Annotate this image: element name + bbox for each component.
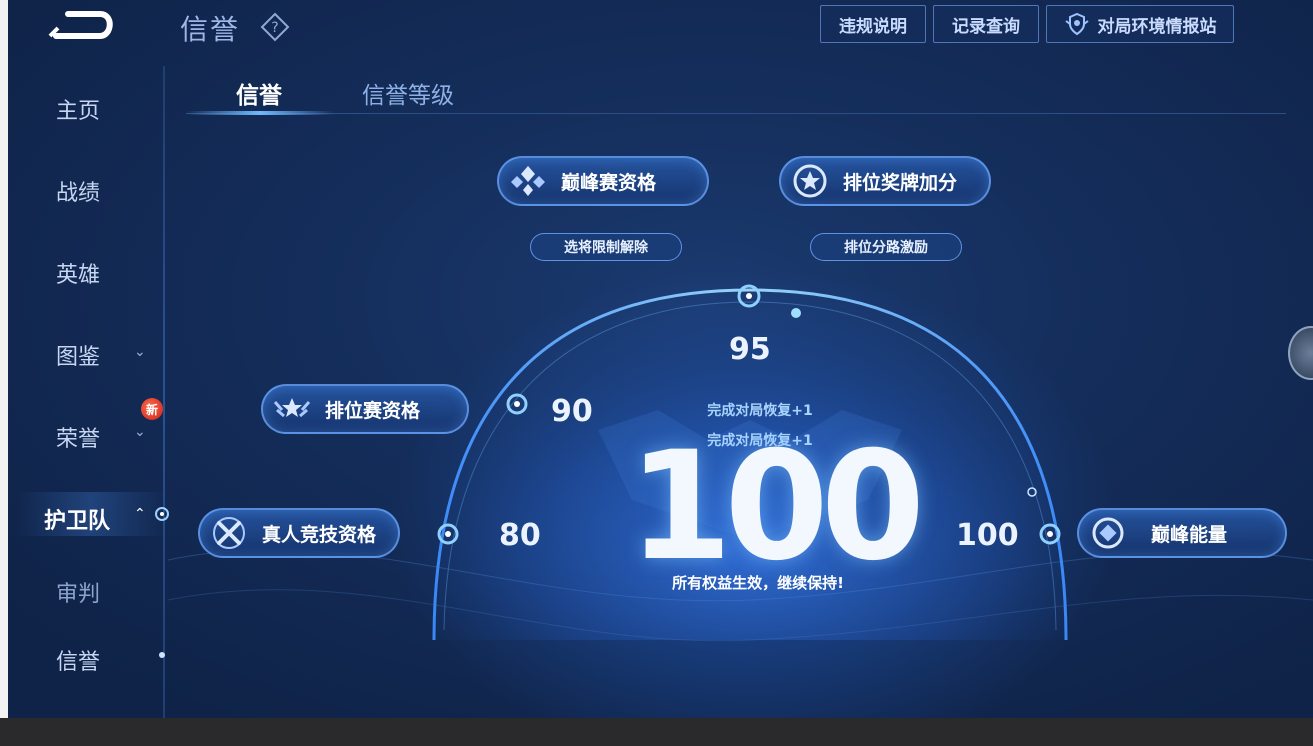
- match-environment-label: 对局环境情报站: [1097, 16, 1217, 37]
- perk-peak-match-detail: 选将限制解除: [530, 233, 682, 261]
- tick-80: 80: [499, 518, 541, 553]
- sidebar-item-heroes[interactable]: 英雄: [56, 257, 100, 289]
- perk-ranked-label: 排位赛资格: [325, 399, 421, 422]
- perk-peak-energy[interactable]: 巅峰能量: [1077, 508, 1287, 558]
- record-query-label: 记录查询: [952, 16, 1020, 37]
- tick-100: 100: [956, 518, 1019, 553]
- perk-real-player[interactable]: 真人竞技资格: [198, 508, 400, 558]
- star-medal-icon: [793, 164, 827, 198]
- tick-95: 95: [729, 332, 771, 367]
- tab-credit[interactable]: 信誉: [236, 76, 282, 110]
- violation-rules-label: 违规说明: [839, 16, 907, 37]
- perk-peak-match-label: 巅峰赛资格: [561, 171, 657, 194]
- perk-peak-match[interactable]: 巅峰赛资格: [497, 156, 709, 206]
- credit-score: 100: [628, 420, 925, 594]
- help-icon[interactable]: ?: [260, 12, 290, 42]
- active-tab-indicator: [186, 111, 334, 115]
- record-query-button[interactable]: 记录查询: [933, 5, 1039, 43]
- winged-star-icon: [273, 398, 311, 418]
- violation-rules-button[interactable]: 违规说明: [820, 5, 926, 43]
- sidebar-item-judge[interactable]: 审判: [56, 576, 100, 608]
- sidebar-item-guard-team[interactable]: 护卫队: [44, 503, 110, 535]
- sidebar-item-home[interactable]: 主页: [56, 93, 100, 125]
- sidebar-item-collection[interactable]: 图鉴: [56, 339, 100, 371]
- perk-peak-energy-label: 巅峰能量: [1151, 523, 1228, 546]
- svg-text:?: ?: [271, 20, 278, 36]
- perk-ranked[interactable]: 排位赛资格: [261, 384, 469, 434]
- recover-hint-1: 完成对局恢复+1: [707, 403, 813, 419]
- credit-screen: 信誉 ? 违规说明 记录查询 对局环境情报站 主页 战绩 英雄 图鉴 ⌄ 荣誉 …: [8, 0, 1313, 718]
- sidebar-item-credit[interactable]: 信誉: [56, 644, 100, 676]
- perk-rank-medal[interactable]: 排位奖牌加分: [779, 156, 991, 206]
- energy-orb-icon: [1092, 517, 1124, 549]
- tick-90: 90: [551, 394, 593, 429]
- peak-crest-icon: [511, 166, 545, 196]
- perk-real-player-label: 真人竞技资格: [262, 523, 377, 546]
- chevron-up-icon[interactable]: ⌃: [134, 506, 146, 522]
- chevron-down-icon[interactable]: ⌄: [134, 344, 146, 360]
- shield-wings-icon: [1064, 12, 1089, 36]
- window-left-edge: [0, 0, 8, 718]
- credit-arc-graphic: [167, 284, 1313, 642]
- selected-node-dot: [159, 652, 165, 658]
- taskbar-strip: [0, 718, 1313, 746]
- score-status: 所有权益生效，继续保持!: [672, 574, 844, 592]
- sidebar-divider: [163, 66, 165, 718]
- chevron-down-icon[interactable]: ⌄: [134, 424, 146, 440]
- perk-rank-medal-detail: 排位分路激励: [810, 233, 962, 261]
- tab-divider: [186, 113, 1286, 114]
- match-environment-button[interactable]: 对局环境情报站: [1046, 5, 1234, 43]
- back-logo-icon[interactable]: [48, 6, 118, 42]
- sidebar-item-records[interactable]: 战绩: [56, 175, 100, 207]
- active-node-icon: [155, 507, 169, 521]
- page-title: 信誉: [180, 13, 241, 46]
- new-badge: 新: [141, 398, 163, 420]
- crossed-swords-icon: [213, 517, 245, 549]
- sidebar-item-honor[interactable]: 荣誉: [56, 421, 100, 453]
- perk-rank-medal-label: 排位奖牌加分: [843, 171, 958, 194]
- tab-credit-level[interactable]: 信誉等级: [362, 76, 454, 110]
